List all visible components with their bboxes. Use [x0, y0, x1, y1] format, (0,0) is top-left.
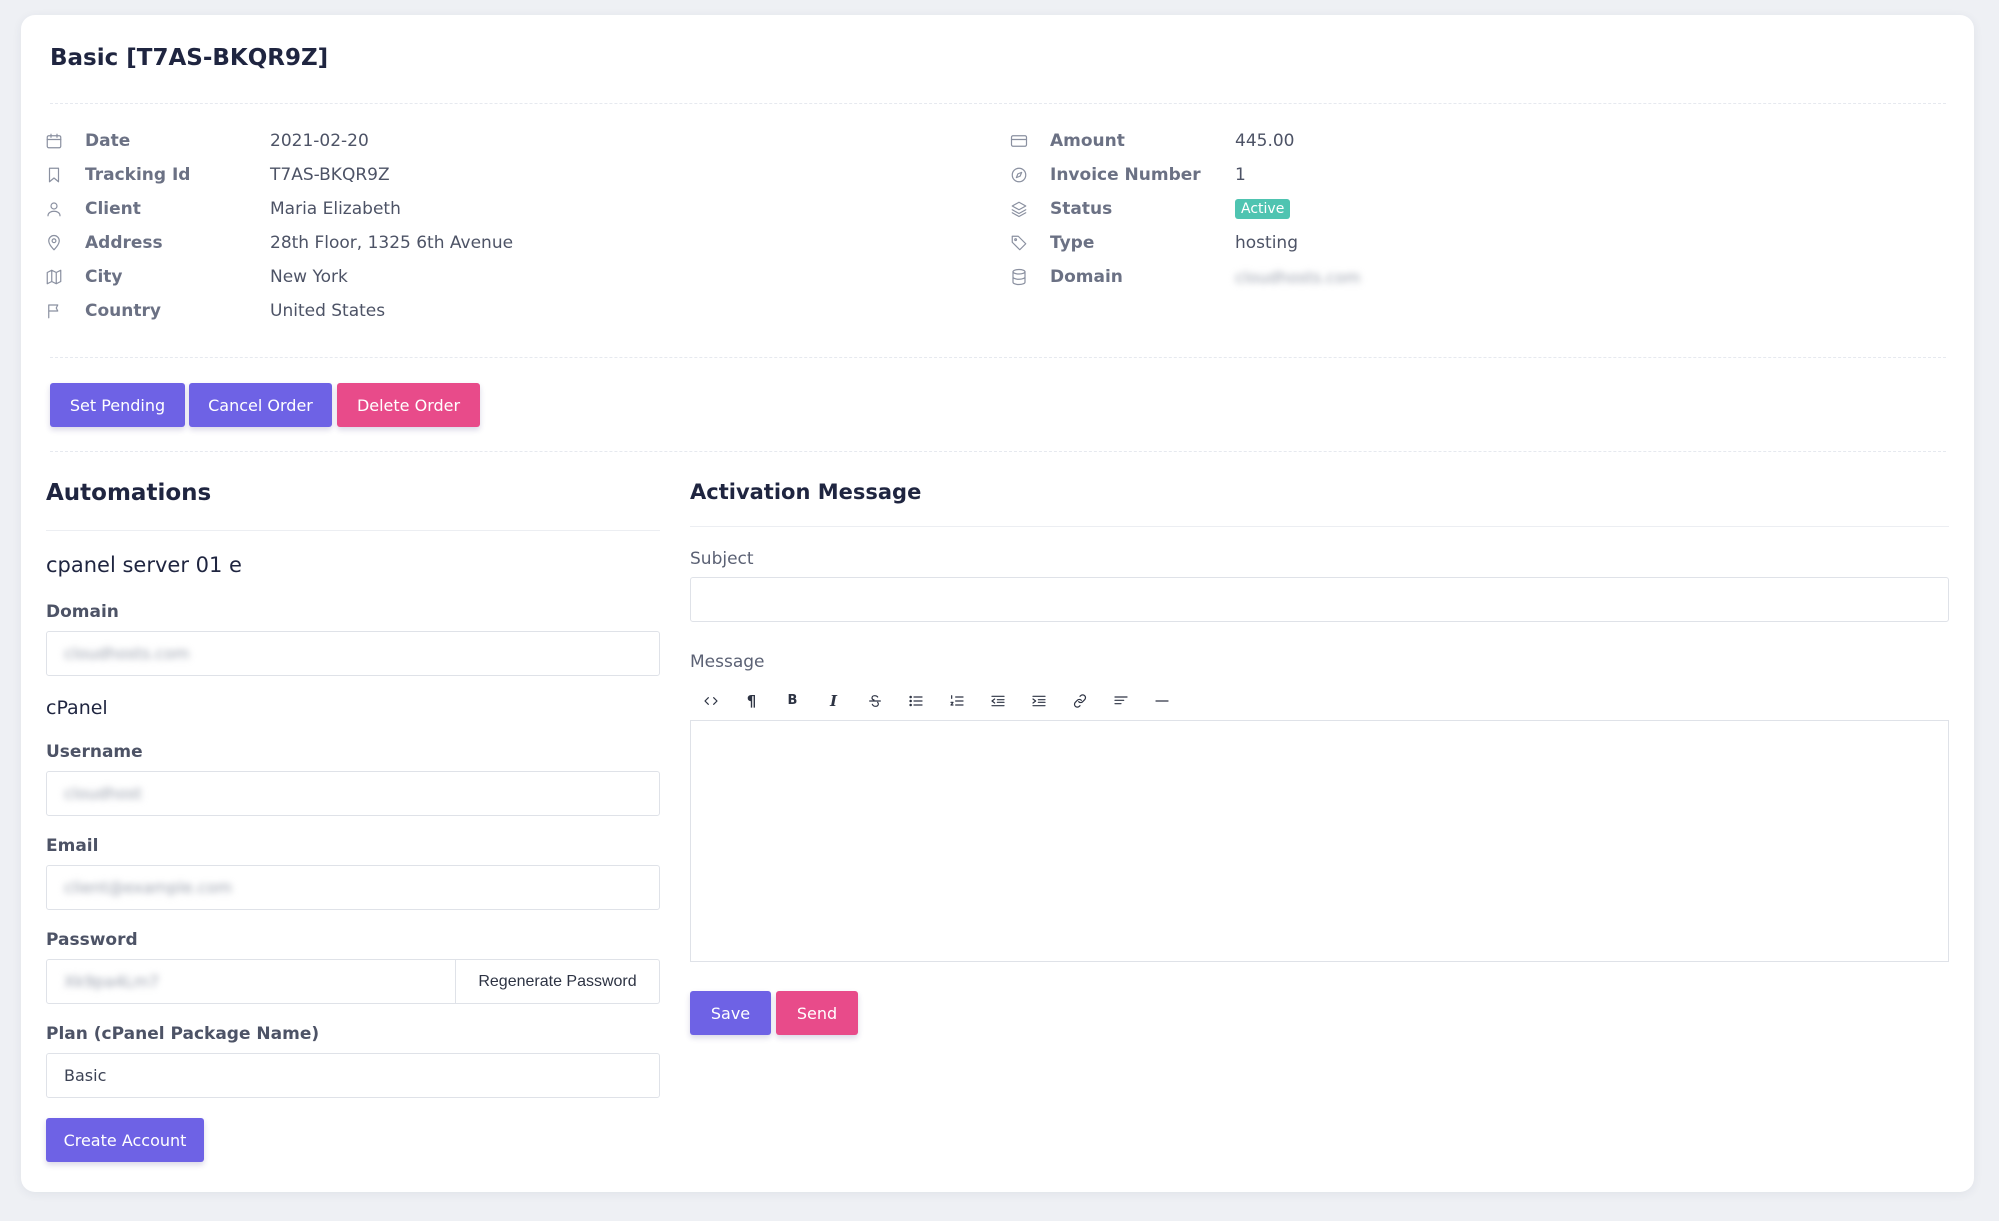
divider — [50, 103, 1946, 104]
detail-country: Country United States — [48, 299, 385, 323]
credit-card-icon — [1009, 131, 1029, 151]
editor-toolbar: ¶ B I — [690, 681, 1949, 721]
detail-date: Date 2021-02-20 — [46, 129, 369, 153]
page-title: Basic [T7AS-BKQR9Z] — [50, 45, 329, 71]
email-label: Email — [46, 836, 99, 856]
bold-icon[interactable]: B — [772, 681, 813, 721]
map-icon — [44, 267, 64, 287]
username-input[interactable]: cloudhost — [46, 771, 660, 816]
numbered-list-icon[interactable] — [936, 681, 977, 721]
align-left-icon[interactable] — [1100, 681, 1141, 721]
domain-label: Domain — [46, 602, 119, 622]
flag-icon — [44, 301, 64, 321]
paragraph-icon[interactable]: ¶ — [731, 681, 772, 721]
database-icon — [1009, 267, 1029, 287]
bullet-list-icon[interactable] — [895, 681, 936, 721]
plan-label: Plan (cPanel Package Name) — [46, 1024, 320, 1044]
status-badge: Active — [1235, 199, 1291, 219]
calendar-icon — [44, 131, 64, 151]
detail-client: Client Maria Elizabeth — [47, 197, 401, 221]
link-icon[interactable] — [1059, 681, 1100, 721]
delete-order-button[interactable]: Delete Order — [337, 383, 480, 427]
send-button[interactable]: Send — [776, 991, 858, 1035]
divider — [50, 451, 1946, 452]
detail-city: City New York — [46, 265, 348, 289]
cancel-order-button[interactable]: Cancel Order — [189, 383, 332, 427]
italic-icon[interactable]: I — [813, 681, 854, 721]
divider — [50, 357, 1946, 358]
password-input[interactable]: Xk9pa4Lm7 — [46, 959, 456, 1004]
cpanel-title: cPanel — [46, 697, 108, 719]
detail-status: Status Active — [1011, 197, 1291, 221]
server-name: cpanel server 01 e — [46, 553, 242, 577]
save-button[interactable]: Save — [690, 991, 771, 1035]
domain-input[interactable]: cloudhosts.com — [46, 631, 660, 676]
divider — [46, 530, 660, 531]
map-pin-icon — [44, 233, 64, 253]
message-label: Message — [690, 652, 765, 672]
set-pending-button[interactable]: Set Pending — [50, 383, 185, 427]
outdent-icon[interactable] — [977, 681, 1018, 721]
tag-icon — [1009, 233, 1029, 253]
compass-icon — [1009, 165, 1029, 185]
horizontal-rule-icon[interactable] — [1141, 681, 1182, 721]
indent-icon[interactable] — [1018, 681, 1059, 721]
plan-input[interactable]: Basic — [46, 1053, 660, 1098]
bookmark-icon — [44, 165, 64, 185]
code-view-icon[interactable] — [690, 681, 731, 721]
layers-icon — [1009, 199, 1029, 219]
detail-domain: Domain cloudhosts.com — [1012, 265, 1360, 289]
detail-type: Type hosting — [1011, 231, 1298, 255]
regenerate-password-button[interactable]: Regenerate Password — [456, 959, 660, 1004]
email-input[interactable]: client@example.com — [46, 865, 660, 910]
divider — [690, 526, 1949, 527]
username-label: Username — [46, 742, 143, 762]
automations-title: Automations — [46, 480, 212, 506]
detail-tracking-id: Tracking Id T7AS-BKQR9Z — [48, 163, 390, 187]
message-editor[interactable] — [690, 721, 1949, 962]
detail-address: Address 28th Floor, 1325 6th Avenue — [48, 231, 513, 255]
create-account-button[interactable]: Create Account — [46, 1118, 204, 1162]
detail-amount: Amount 445.00 — [1010, 129, 1294, 153]
strikethrough-icon[interactable] — [854, 681, 895, 721]
subject-label: Subject — [690, 549, 754, 569]
detail-invoice-number: Invoice Number 1 — [1011, 163, 1246, 187]
password-label: Password — [46, 930, 138, 950]
user-icon — [44, 199, 64, 219]
subject-input[interactable] — [690, 577, 1949, 622]
activation-title: Activation Message — [690, 480, 922, 504]
order-card: Basic [T7AS-BKQR9Z] Date 2021-02-20 Trac… — [21, 15, 1974, 1192]
